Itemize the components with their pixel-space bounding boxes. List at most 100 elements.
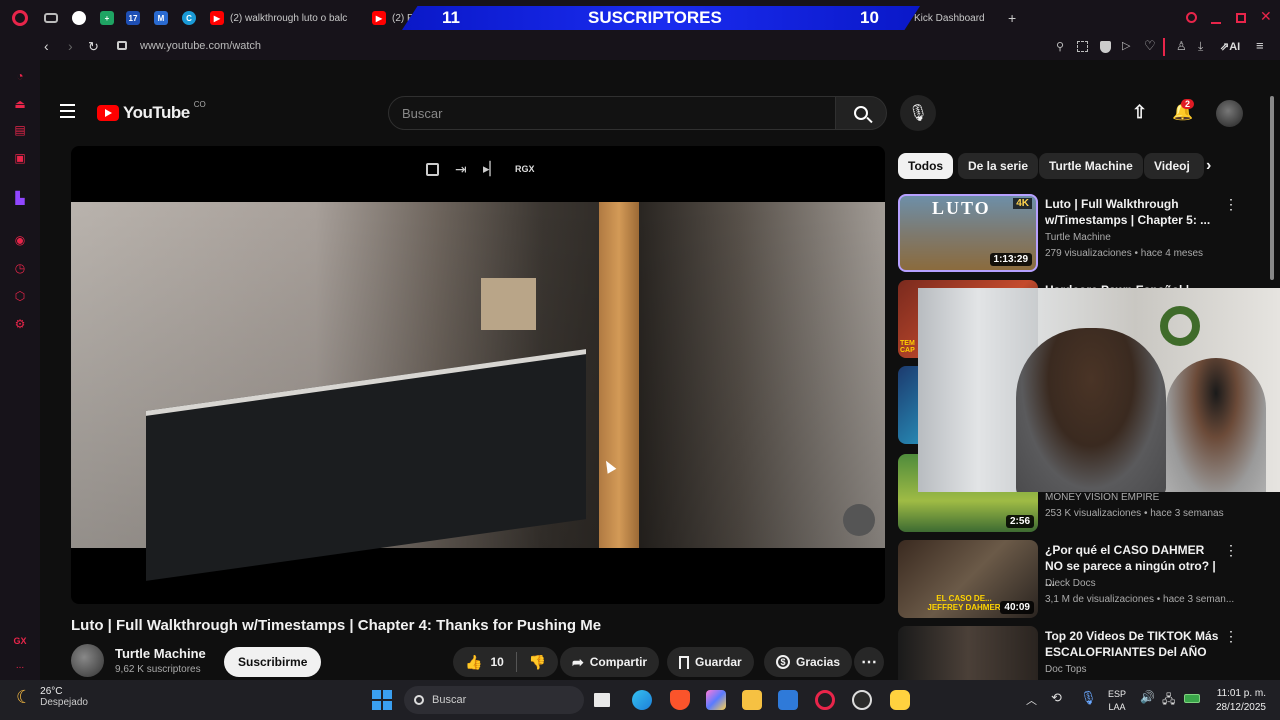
file-explorer-icon[interactable] xyxy=(742,690,762,710)
dislike-button[interactable]: 👎 xyxy=(517,654,558,671)
search-input[interactable]: Buscar xyxy=(388,96,836,130)
mic-tray-icon[interactable]: 🎙 xyxy=(1080,690,1097,706)
battery-icon[interactable] xyxy=(1184,694,1200,703)
list-item[interactable]: EL CASO DE... JEFFREY DAHMER 40:09 ¿Por … xyxy=(898,540,1240,620)
edge-icon[interactable] xyxy=(632,690,652,710)
ai-button[interactable]: ⇗AI xyxy=(1220,40,1240,53)
taskbar-search[interactable]: Buscar xyxy=(404,686,584,714)
tray-chevron-icon[interactable]: ︿ xyxy=(1026,692,1037,708)
channel-name[interactable]: Doc Tops xyxy=(1045,664,1087,675)
twitch-icon[interactable]: ▙ xyxy=(12,190,28,206)
subscribe-button[interactable]: Suscribirme xyxy=(224,647,322,677)
copilot-icon[interactable] xyxy=(706,690,726,710)
history-icon[interactable]: ◷ xyxy=(12,260,28,276)
chip-todos[interactable]: Todos xyxy=(898,153,954,179)
list-item[interactable]: Top 20 Videos De TIKTOK Más ESCALOFRIANT… xyxy=(898,626,1240,680)
upload-icon[interactable]: ⇧ xyxy=(1132,102,1147,123)
channel-name[interactable]: MONEY VISION EMPIRE xyxy=(1045,492,1159,503)
shield-icon[interactable] xyxy=(1100,41,1111,53)
tab-icon-blue[interactable]: M xyxy=(154,11,168,25)
tab-icon-circle[interactable]: C xyxy=(182,11,196,25)
voice-search-button[interactable]: 🎙 xyxy=(900,95,936,131)
sidebar-more-icon[interactable]: ... xyxy=(12,658,28,674)
channel-name[interactable]: Turtle Machine xyxy=(1045,232,1111,243)
snapshot-icon[interactable] xyxy=(1077,41,1088,52)
miniplayer-icon[interactable] xyxy=(426,163,439,176)
chip-turtle-machine[interactable]: Turtle Machine xyxy=(1039,153,1143,179)
send-icon[interactable]: ▷ xyxy=(1122,39,1130,52)
channel-name[interactable]: Turtle Machine xyxy=(115,646,206,661)
list-item[interactable]: LUTO 4K 1:13:29 Luto | Full Walkthrough … xyxy=(898,194,1240,274)
skip-icon[interactable]: ⇥ xyxy=(455,161,467,178)
sync-icon[interactable]: ⟲ xyxy=(1051,690,1062,706)
tab-kick-dashboard[interactable]: Kick Dashboard xyxy=(914,8,1004,28)
like-button[interactable]: 👍 10 xyxy=(453,652,517,672)
task-view-icon[interactable] xyxy=(594,693,610,707)
avatar[interactable] xyxy=(1216,100,1243,127)
youtube-logo[interactable]: YouTube CO xyxy=(97,100,206,123)
thanks-button[interactable]: $ Gracias xyxy=(764,647,853,677)
speaker-icon[interactable]: 🔊 xyxy=(1140,690,1155,704)
notifications-button[interactable]: 🔔 2 xyxy=(1172,99,1195,122)
player-icon[interactable]: ◉ xyxy=(12,232,28,248)
speed-dial-icon[interactable]: ◔ xyxy=(12,68,28,84)
maximize-icon[interactable] xyxy=(1236,13,1246,23)
tab-icon-white[interactable] xyxy=(72,11,86,25)
more-actions-button[interactable]: ⋯ xyxy=(854,647,884,677)
clock[interactable]: 11:01 p. m. 28/12/2025 xyxy=(1208,687,1266,715)
video-frame[interactable] xyxy=(71,202,885,581)
emoji-app-icon[interactable] xyxy=(890,690,910,710)
chip-next-icon[interactable]: › xyxy=(1206,157,1211,175)
brave-icon[interactable] xyxy=(670,690,690,710)
share-button[interactable]: ➦ Compartir xyxy=(560,647,660,677)
video-thumbnail[interactable]: LUTO 4K 1:13:29 xyxy=(898,194,1038,272)
cleaner-icon[interactable]: ▤ xyxy=(12,122,28,138)
video-title[interactable]: Top 20 Videos De TIKTOK Más ESCALOFRIANT… xyxy=(1045,628,1221,660)
opera-logo-icon[interactable] xyxy=(12,10,28,26)
chip-de-la-serie[interactable]: De la serie xyxy=(958,153,1039,179)
next-frame-icon[interactable]: ▸▏ xyxy=(483,161,500,177)
gamepad-icon[interactable] xyxy=(44,13,58,23)
start-button[interactable] xyxy=(372,690,392,710)
menu-icon[interactable]: ≡ xyxy=(1256,38,1264,53)
options-icon[interactable]: ⋮ xyxy=(1224,628,1238,645)
reload-icon[interactable]: ↻ xyxy=(88,39,99,55)
channel-avatar[interactable] xyxy=(71,644,104,677)
search-button[interactable] xyxy=(835,96,887,130)
back-icon[interactable]: ‹ xyxy=(44,38,49,54)
hamburger-menu-icon[interactable] xyxy=(60,104,75,118)
weather-widget[interactable]: ☾ 26°C Despejado xyxy=(16,686,88,708)
settings-icon[interactable]: ⚙ xyxy=(12,316,28,332)
download-icon[interactable]: ⤓ xyxy=(1198,39,1203,54)
language-indicator[interactable]: ESP LAA xyxy=(1108,688,1126,714)
gx-control-icon[interactable]: ⏏ xyxy=(12,96,28,112)
heart-icon[interactable]: ♡ xyxy=(1144,38,1156,54)
gx-tab-icon[interactable]: ▣ xyxy=(12,150,28,166)
forward-icon[interactable]: › xyxy=(68,38,73,54)
tab-icon-green[interactable]: + xyxy=(100,11,114,25)
channel-name[interactable]: Dieck Docs xyxy=(1045,578,1096,589)
extensions-icon[interactable]: ⬡ xyxy=(12,288,28,304)
video-thumbnail[interactable]: EL CASO DE... JEFFREY DAHMER 40:09 xyxy=(898,540,1038,618)
profile-icon[interactable]: ♙ xyxy=(1176,39,1187,53)
chip-videojuegos[interactable]: Videoj xyxy=(1144,153,1204,179)
mail-icon[interactable] xyxy=(778,690,798,710)
rgx-button[interactable]: RGX xyxy=(515,164,535,174)
tab-icon-17[interactable]: 17 xyxy=(126,11,140,25)
pin-icon[interactable]: ⚲ xyxy=(1056,40,1064,53)
options-icon[interactable]: ⋮ xyxy=(1224,542,1238,559)
page-scrollbar[interactable] xyxy=(1270,96,1274,280)
network-icon[interactable]: 🖧 xyxy=(1162,690,1175,711)
options-icon[interactable]: ⋮ xyxy=(1224,196,1238,213)
tab-walkthrough[interactable]: ▶ (2) walkthrough luto o balc xyxy=(210,8,358,28)
search-tabs-icon[interactable] xyxy=(1186,12,1197,23)
opera-gx-icon[interactable] xyxy=(815,690,835,710)
url-field[interactable]: www.youtube.com/watch xyxy=(140,40,261,52)
video-player[interactable]: ⇥ ▸▏ RGX xyxy=(71,146,885,604)
video-thumbnail[interactable] xyxy=(898,626,1038,680)
save-button[interactable]: Guardar xyxy=(667,647,754,677)
close-icon[interactable]: ✕ xyxy=(1260,8,1272,25)
minimize-icon[interactable] xyxy=(1211,22,1221,24)
video-title[interactable]: Luto | Full Walkthrough w/Timestamps | C… xyxy=(1045,196,1221,228)
obs-icon[interactable] xyxy=(852,690,872,710)
